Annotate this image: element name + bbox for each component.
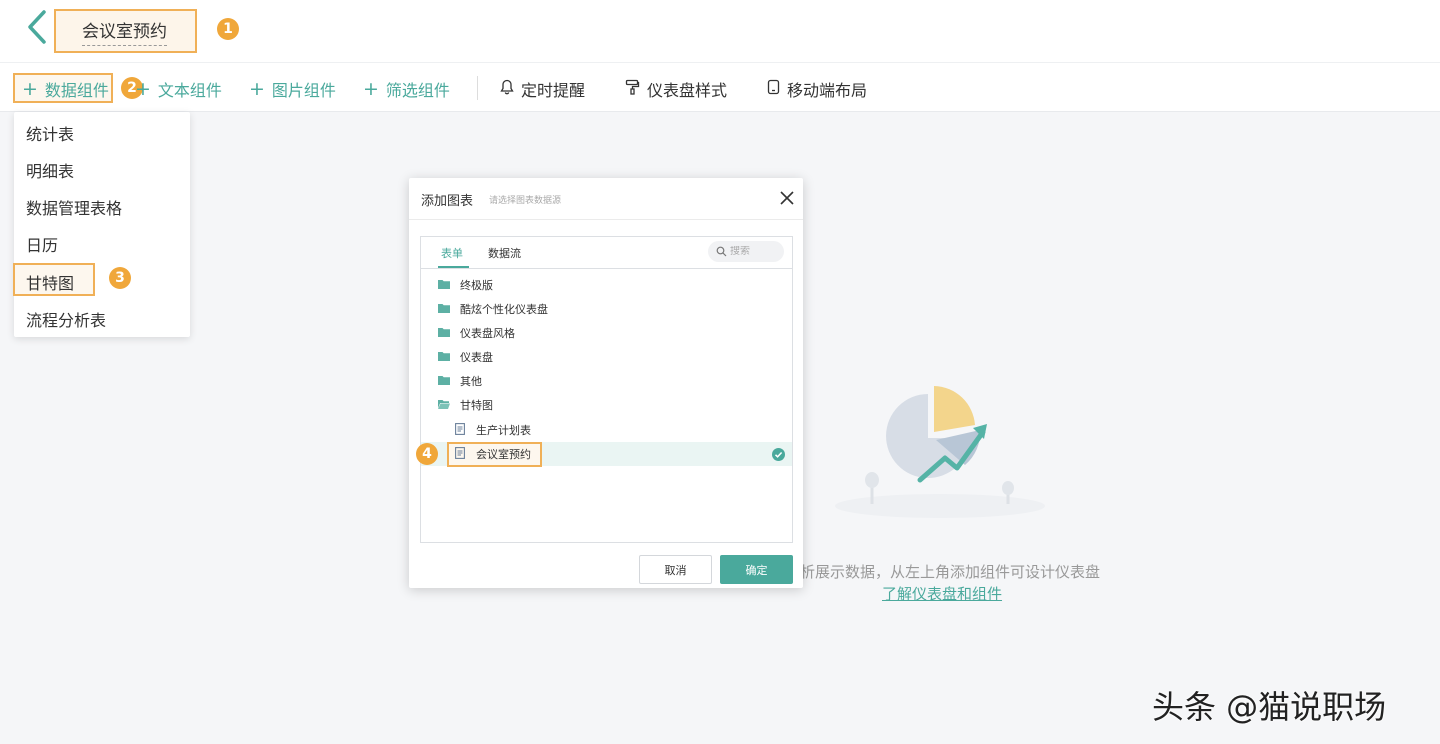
- folder-open-icon: [438, 399, 450, 412]
- folder-label: 仪表盘: [460, 351, 493, 364]
- data-widget-label: 数据组件: [44, 81, 109, 100]
- add-data-widget-button[interactable]: + 数据组件: [22, 77, 109, 101]
- search-icon: [716, 242, 727, 261]
- menu-item-detail-table[interactable]: 明细表: [26, 158, 74, 182]
- dashboard-style-label: 仪表盘样式: [647, 81, 728, 100]
- scheduled-reminder-button[interactable]: 定时提醒: [500, 77, 585, 101]
- app-header: 会议室预约 1: [0, 0, 1440, 62]
- source-tabs: 表单 数据流: [421, 237, 792, 269]
- folder-label: 其他: [460, 375, 482, 388]
- tree-file[interactable]: 生产计划表: [421, 418, 792, 442]
- dashboard-style-button[interactable]: 仪表盘样式: [625, 77, 727, 101]
- form-file-icon: [455, 422, 465, 438]
- back-arrow-icon[interactable]: [24, 8, 52, 46]
- add-filter-widget-button[interactable]: + 筛选组件: [363, 77, 450, 101]
- step-badge-4: 4: [416, 443, 438, 465]
- empty-state-text: 来分析展示数据，从左上角添加组件可设计仪表盘: [770, 563, 1101, 581]
- plus-icon: +: [135, 77, 151, 100]
- folder-icon: [438, 351, 450, 364]
- form-file-icon: [455, 446, 465, 462]
- tree-folder[interactable]: 终极版: [421, 273, 792, 297]
- folder-label: 酷炫个性化仪表盘: [460, 303, 548, 316]
- text-widget-label: 文本组件: [157, 81, 222, 100]
- filter-widget-label: 筛选组件: [385, 81, 450, 100]
- plus-icon: +: [249, 77, 265, 100]
- folder-icon: [438, 375, 450, 388]
- menu-item-gantt-chart[interactable]: 甘特图: [26, 270, 74, 294]
- menu-item-data-management-table[interactable]: 数据管理表格: [26, 195, 122, 219]
- dashboard-title[interactable]: 会议室预约: [82, 17, 167, 46]
- folder-icon: [438, 327, 450, 340]
- mobile-layout-label: 移动端布局: [787, 81, 868, 100]
- folder-label: 终极版: [460, 279, 493, 292]
- image-widget-label: 图片组件: [271, 81, 336, 100]
- add-text-widget-button[interactable]: + 文本组件: [135, 77, 222, 101]
- tree-folder-open[interactable]: 甘特图: [421, 393, 792, 417]
- scheduled-reminder-label: 定时提醒: [521, 81, 586, 100]
- dialog-title: 添加图表: [421, 194, 474, 209]
- data-source-panel: 表单 数据流 终极版 酷炫个性化仪表盘 仪表盘风格 仪表盘: [420, 236, 793, 543]
- dialog-subtitle: 请选择图表数据源: [489, 196, 562, 206]
- bell-icon: [500, 79, 514, 99]
- toolbar-divider: [477, 76, 478, 100]
- tree-folder[interactable]: 仪表盘: [421, 345, 792, 369]
- confirm-button[interactable]: 确定: [720, 555, 793, 584]
- folder-label: 仪表盘风格: [460, 327, 515, 340]
- menu-item-calendar[interactable]: 日历: [26, 232, 58, 256]
- empty-chart-illustration: [820, 370, 1060, 530]
- tab-forms[interactable]: 表单: [441, 245, 463, 261]
- dashboard-title-box[interactable]: 会议室预约: [54, 9, 197, 53]
- file-label: 生产计划表: [476, 424, 531, 437]
- paint-roller-icon: [625, 79, 640, 99]
- tree-folder[interactable]: 其他: [421, 369, 792, 393]
- step-badge-3: 3: [109, 267, 131, 289]
- watermark: 头条 @猫说职场: [1152, 688, 1387, 726]
- search-box[interactable]: [708, 241, 784, 262]
- learn-dashboard-link[interactable]: 了解仪表盘和组件: [882, 583, 1002, 604]
- search-input[interactable]: [730, 246, 780, 257]
- widget-toolbar: + 数据组件 2 + 文本组件 + 图片组件 + 筛选组件 定时提醒 仪表盘样式…: [0, 62, 1440, 112]
- cancel-button[interactable]: 取消: [639, 555, 712, 584]
- plus-icon: +: [363, 77, 379, 100]
- file-label: 会议室预约: [476, 448, 531, 461]
- step-badge-1: 1: [217, 18, 239, 40]
- folder-icon: [438, 303, 450, 316]
- tree-folder[interactable]: 仪表盘风格: [421, 321, 792, 345]
- mobile-icon: [767, 79, 780, 99]
- dialog-header: 添加图表 请选择图表数据源: [409, 178, 803, 220]
- tree-folder[interactable]: 酷炫个性化仪表盘: [421, 297, 792, 321]
- folder-label: 甘特图: [460, 399, 493, 412]
- add-chart-dialog: 添加图表 请选择图表数据源 表单 数据流 终极版 酷炫个性化仪表盘: [409, 178, 803, 588]
- add-image-widget-button[interactable]: + 图片组件: [249, 77, 336, 101]
- active-tab-indicator: [438, 266, 469, 268]
- data-widget-menu: 统计表 明细表 数据管理表格 日历 甘特图 3 流程分析表: [13, 112, 190, 337]
- plus-icon: +: [22, 77, 38, 100]
- folder-icon: [438, 279, 450, 292]
- close-icon[interactable]: [778, 189, 796, 207]
- tree-file-selected[interactable]: 会议室预约: [421, 442, 792, 467]
- menu-item-statistics-table[interactable]: 统计表: [26, 121, 74, 145]
- check-icon: [772, 448, 785, 461]
- mobile-layout-button[interactable]: 移动端布局: [767, 77, 867, 101]
- tab-data-flow[interactable]: 数据流: [488, 245, 521, 261]
- menu-item-process-analysis[interactable]: 流程分析表: [26, 307, 106, 331]
